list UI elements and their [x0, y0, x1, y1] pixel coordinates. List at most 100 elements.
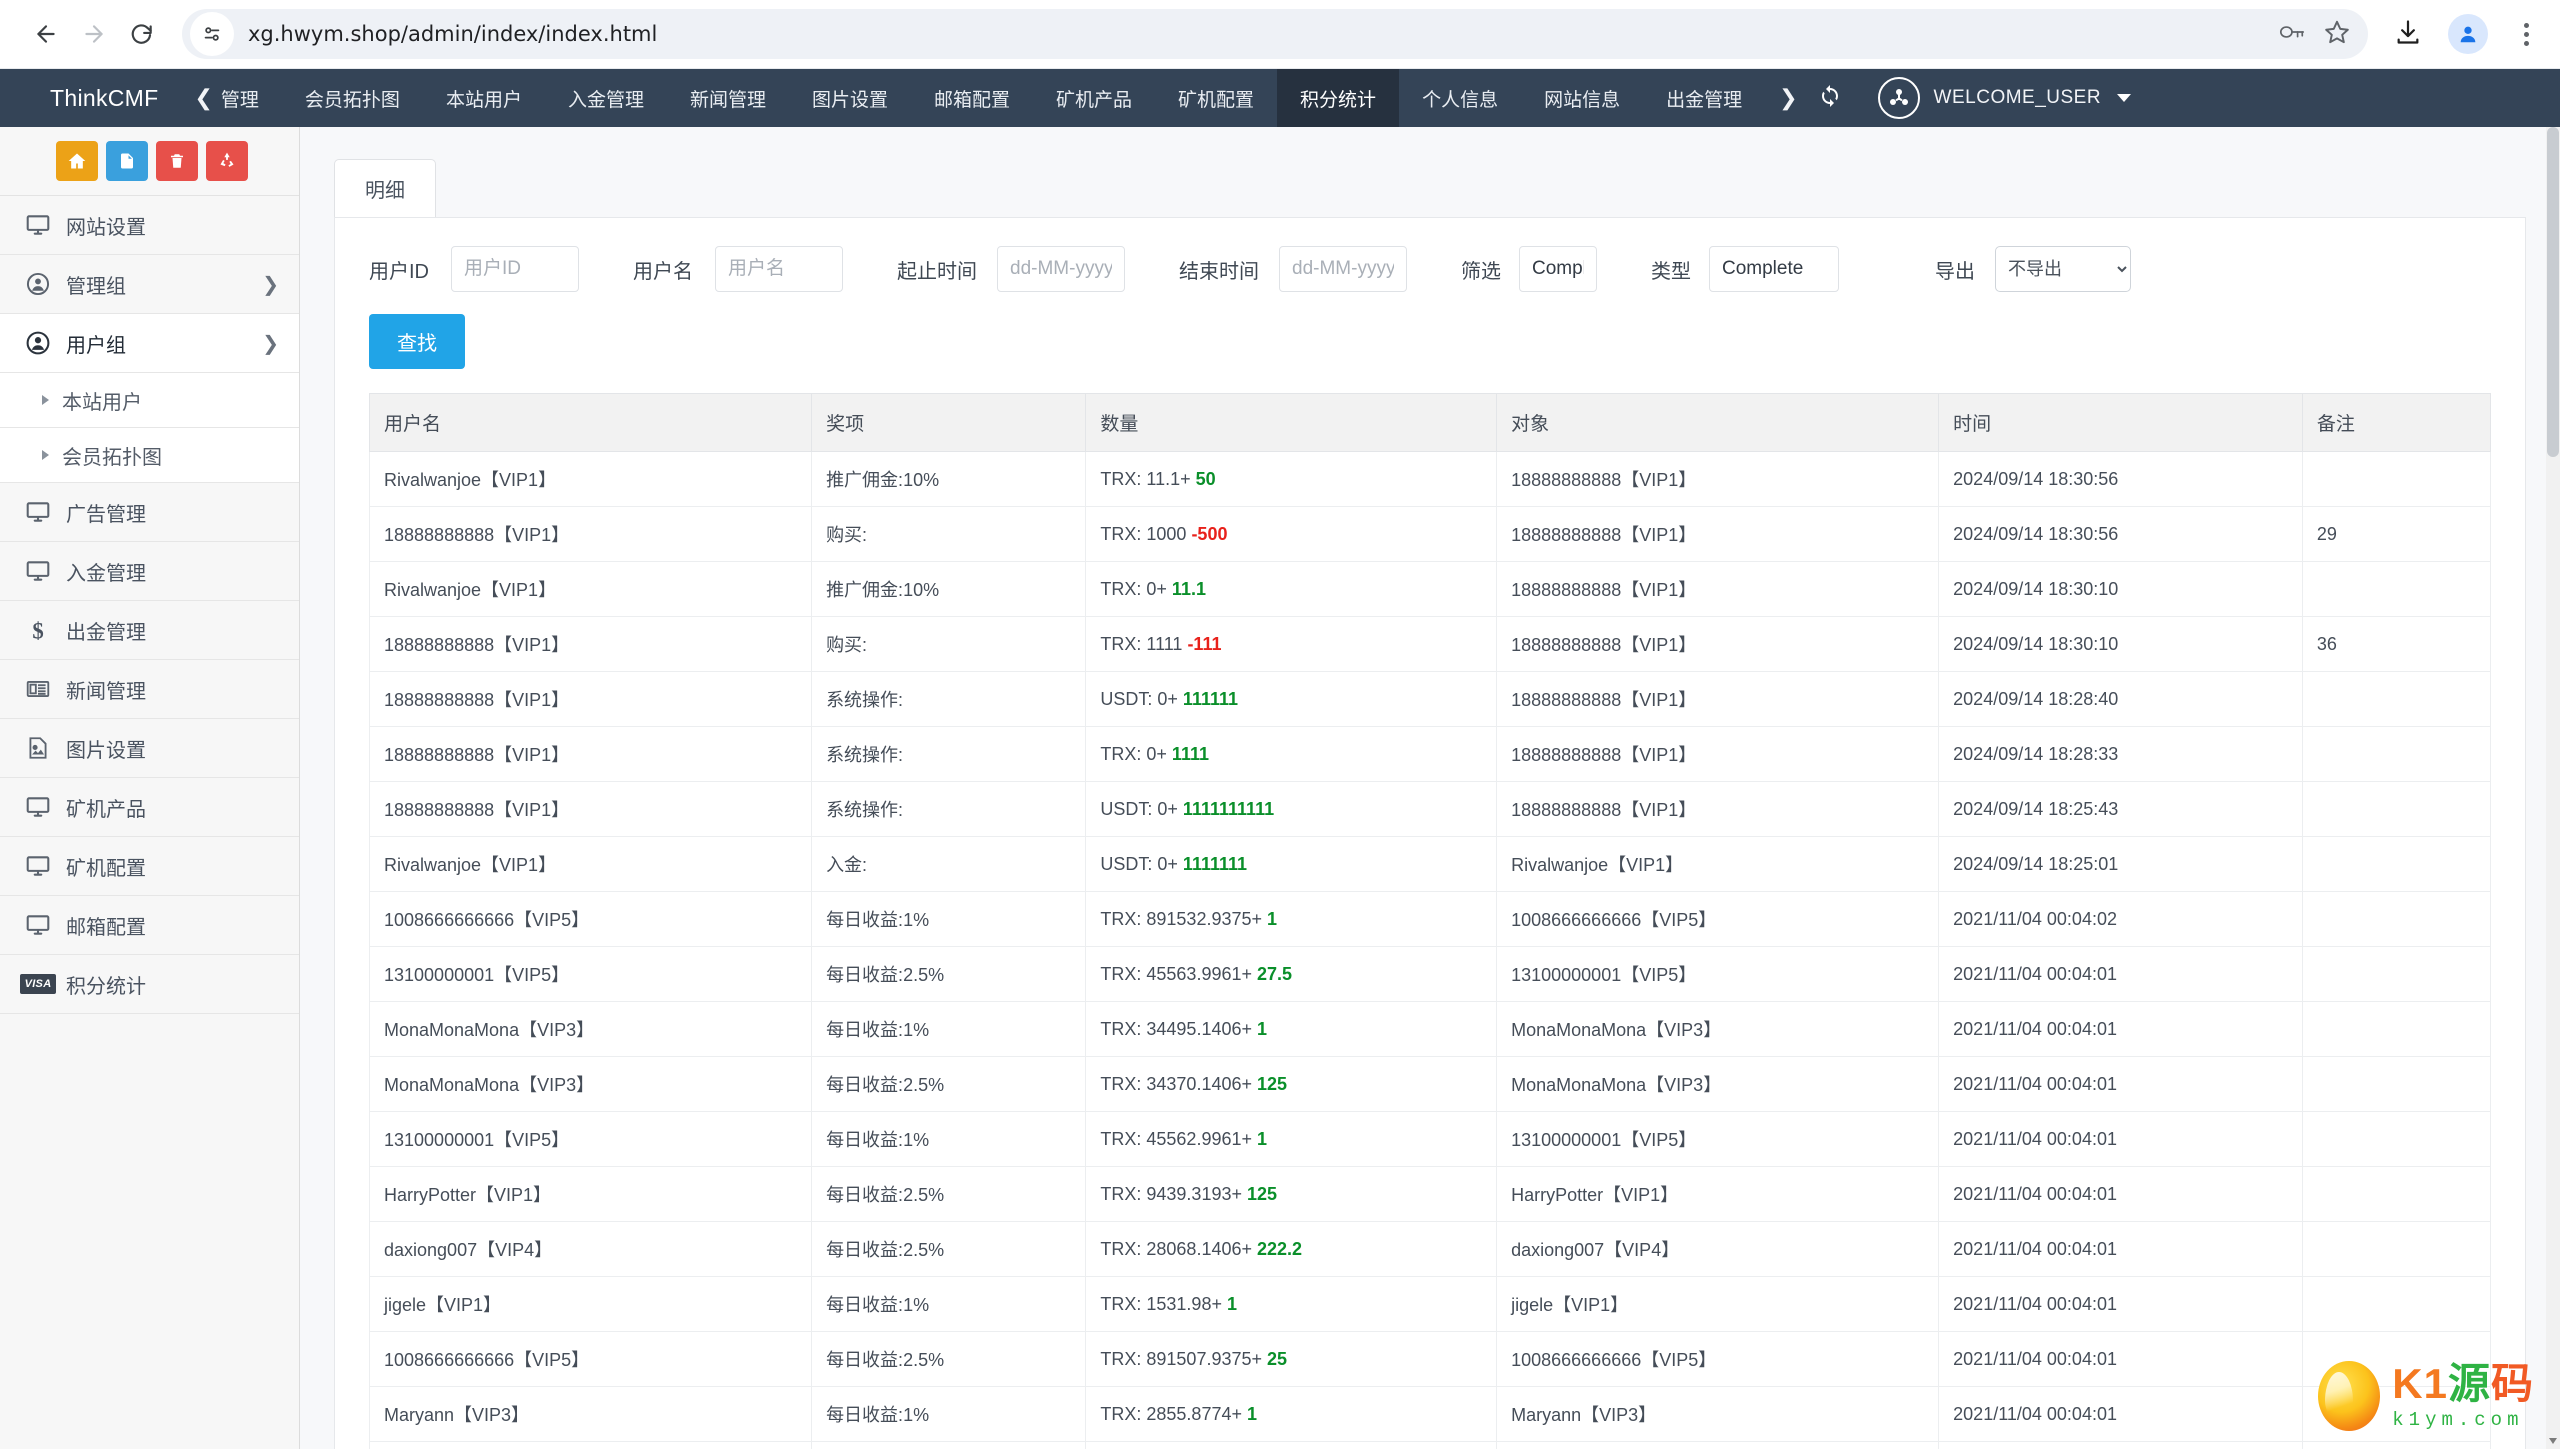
cell-time: 2021/11/04 00:04:01: [1938, 1276, 2303, 1332]
site-settings-icon[interactable]: [190, 12, 234, 56]
cell-time: 2024/09/14 18:30:10: [1938, 616, 2303, 672]
cell-amount: TRX: 1531.98+ 1: [1085, 1276, 1498, 1332]
refresh-icon[interactable]: [1818, 84, 1842, 113]
svg-text:$: $: [32, 619, 43, 643]
user-name-input[interactable]: [715, 246, 843, 292]
chevron-down-icon[interactable]: [2117, 94, 2132, 102]
chevron-left-icon[interactable]: ❮: [182, 69, 214, 127]
cell-amount: USDT: 0+ 111111: [1085, 671, 1498, 727]
kebab-menu-icon[interactable]: [2514, 22, 2538, 46]
cell-amount: TRX: 34370.1406+ 125: [1085, 1056, 1498, 1112]
table-row: HarryPotter【VIP1】 每日收益:2.5% TRX: 9439.3193…: [368, 1166, 2492, 1222]
cell-prize: 系统操作:: [811, 726, 1087, 782]
cell-note: [2301, 891, 2492, 947]
new-doc-button[interactable]: [106, 141, 148, 181]
reload-icon[interactable]: [118, 10, 166, 58]
cell-target: 18888888888【VIP1】: [1496, 451, 1940, 507]
sidebar-item-email-config[interactable]: 邮箱配置: [0, 896, 299, 955]
cell-prize: 系统操作:: [811, 671, 1087, 727]
sidebar-item-withdraw-management[interactable]: $ 出金管理: [0, 601, 299, 660]
screen-input[interactable]: [1519, 246, 1597, 292]
nav-item-huiyuantuopu[interactable]: 会员拓扑图: [282, 69, 423, 127]
address-bar[interactable]: xg.hwym.shop/admin/index/index.html: [182, 9, 2368, 59]
nav-item-guanli[interactable]: 管理: [215, 69, 282, 127]
trash-button[interactable]: [156, 141, 198, 181]
amount-delta: 222.2: [1257, 1238, 1303, 1259]
sidebar-item-points-statistics[interactable]: VISA 积分统计: [0, 955, 299, 1014]
user-menu[interactable]: WELCOME_USER: [1877, 77, 2132, 119]
sidebar-item-user-group[interactable]: 用户组 ❯: [0, 314, 299, 373]
nav-item-chujinguanli[interactable]: 出金管理: [1643, 69, 1765, 127]
nav-item-jifentongji[interactable]: 积分统计: [1277, 69, 1400, 127]
sidebar-item-label: 管理组: [66, 275, 126, 298]
nav-item-rujinguanli[interactable]: 入金管理: [545, 69, 667, 127]
cell-target: Maryann【VIP3】: [1496, 1386, 1940, 1442]
monitor-icon: [18, 912, 58, 938]
table-row: 18888888888【VIP1】 系统操作: TRX: 0+ 1111 188888…: [368, 726, 2492, 782]
page-scrollbar[interactable]: [2546, 127, 2560, 1449]
sidebar-item-local-users[interactable]: 本站用户: [0, 373, 299, 428]
search-button[interactable]: 查找: [369, 314, 465, 369]
cell-prize: 购买:: [811, 506, 1087, 562]
cell-username: 13100000001【VIP5】: [368, 1111, 813, 1167]
profile-avatar-icon[interactable]: [2448, 14, 2488, 54]
cell-username: jigele【VIP1】: [368, 1276, 813, 1332]
nav-item-wangzhanxinxi[interactable]: 网站信息: [1521, 69, 1643, 127]
nav-item-youxiangpeizhi[interactable]: 邮箱配置: [911, 69, 1033, 127]
nav-item-xinwenguanli[interactable]: 新闻管理: [667, 69, 789, 127]
nav-item-kuangjipeizhi[interactable]: 矿机配置: [1155, 69, 1277, 127]
amount-delta: 1: [1257, 1128, 1268, 1149]
monitor-icon: [18, 853, 58, 879]
end-time-input[interactable]: [1279, 246, 1407, 292]
sidebar-item-image-settings[interactable]: 图片设置: [0, 719, 299, 778]
cell-username: Maryann【VIP3】: [368, 1386, 813, 1442]
cell-time: 2021/11/04 00:04:01: [1938, 1386, 2303, 1442]
sidebar-item-website-settings[interactable]: 网站设置: [0, 196, 299, 255]
sidebar-item-deposit-management[interactable]: 入金管理: [0, 542, 299, 601]
user-id-input[interactable]: [451, 246, 579, 292]
monitor-icon: [18, 499, 58, 525]
sidebar-item-ad-management[interactable]: 广告管理: [0, 483, 299, 542]
chevron-right-icon[interactable]: ❯: [1779, 85, 1797, 111]
type-input[interactable]: [1709, 246, 1839, 292]
app-brand[interactable]: ThinkCMF: [0, 69, 182, 127]
triangle-right-icon: [42, 450, 49, 460]
download-icon[interactable]: [2394, 18, 2422, 51]
sidebar-item-label: 邮箱配置: [66, 916, 146, 939]
recycle-button[interactable]: [206, 141, 248, 181]
sidebar-item-miner-config[interactable]: 矿机配置: [0, 837, 299, 896]
filter-user-id: 用户ID: [369, 246, 579, 292]
star-icon[interactable]: [2324, 19, 2350, 50]
chevron-right-icon[interactable]: ❯: [262, 272, 279, 297]
nav-item-kuangjichanpin[interactable]: 矿机产品: [1033, 69, 1155, 127]
cell-time: 2021/11/04 00:04:01: [1938, 946, 2303, 1002]
cell-username: MonaMonaMona【VIP3】: [368, 1441, 813, 1449]
nav-item-tupianshezhi[interactable]: 图片设置: [789, 69, 911, 127]
nav-item-gerenxinxi[interactable]: 个人信息: [1399, 69, 1521, 127]
sidebar-item-miner-products[interactable]: 矿机产品: [0, 778, 299, 837]
cell-note: [2301, 451, 2492, 507]
amount-base: TRX: 11.1+: [1100, 468, 1196, 489]
amount-base: TRX: 1531.98+: [1100, 1293, 1227, 1314]
user-name-label: 用户名: [633, 260, 693, 283]
sidebar-item-news-management[interactable]: 新闻管理: [0, 660, 299, 719]
sidebar-item-label: 网站设置: [66, 216, 146, 239]
cell-target: MonaMonaMona【VIP3】: [1496, 1056, 1940, 1112]
cell-time: 2021/11/04 00:04:01: [1938, 1166, 2303, 1222]
back-arrow-icon[interactable]: [22, 10, 70, 58]
cell-amount: TRX: 11.1+ 50: [1085, 451, 1498, 507]
home-button[interactable]: [56, 141, 98, 181]
sidebar-item-member-topology[interactable]: 会员拓扑图: [0, 428, 299, 483]
sidebar-item-admin-group[interactable]: 管理组 ❯: [0, 255, 299, 314]
password-key-icon[interactable]: [2278, 20, 2306, 49]
col-time: 时间: [1938, 393, 2303, 452]
start-time-input[interactable]: [997, 246, 1125, 292]
scrollbar-thumb[interactable]: [2547, 127, 2559, 457]
amount-base: TRX: 28068.1406+: [1100, 1238, 1258, 1259]
export-select[interactable]: 不导出: [1995, 246, 2131, 292]
tab-detail[interactable]: 明细: [334, 159, 436, 217]
forward-arrow-icon[interactable]: [70, 10, 118, 58]
nav-item-benzhanyonghu[interactable]: 本站用户: [423, 69, 545, 127]
scroll-down-arrow-icon[interactable]: [2549, 1438, 2557, 1444]
chevron-right-icon[interactable]: ❯: [262, 331, 279, 356]
